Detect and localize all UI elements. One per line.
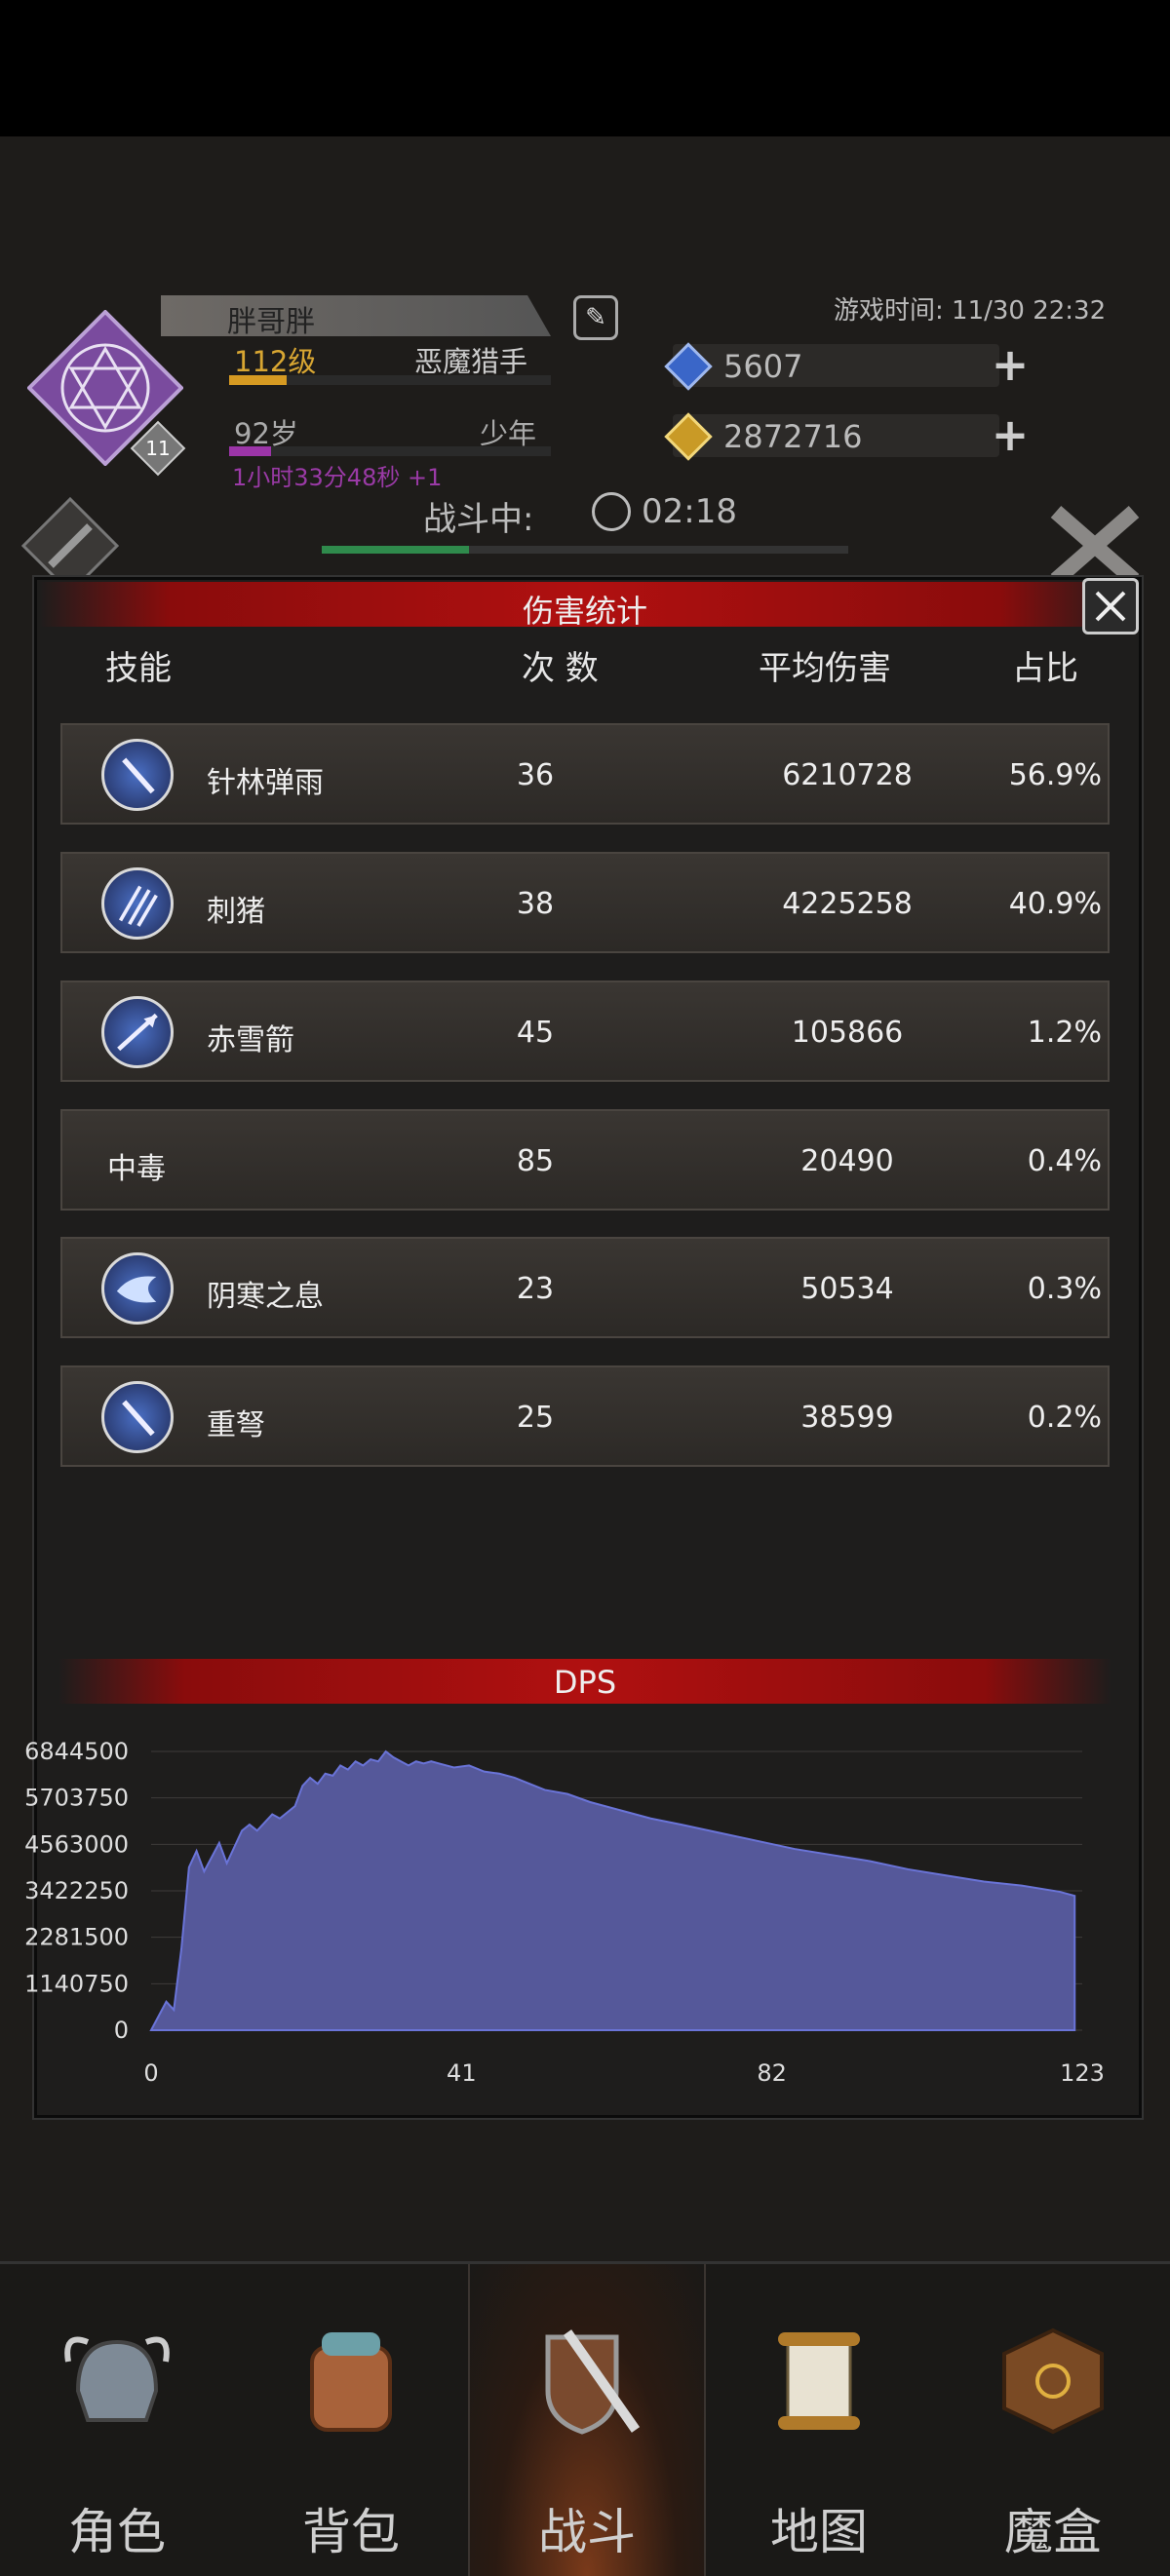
x-tick-label: 0 [143, 2059, 158, 2087]
skill-avg-damage: 105866 [791, 1016, 904, 1050]
scroll-map-icon [778, 2332, 860, 2430]
nav-item-map[interactable]: 地图 [702, 2264, 936, 2576]
nav-item-battle[interactable]: 战斗 [468, 2264, 706, 2576]
skill-count: 45 [516, 1016, 555, 1050]
skill-name: 重弩 [207, 1408, 265, 1442]
dps-area-series [149, 1749, 1076, 2031]
dagger-rain-icon [101, 739, 174, 811]
gold-amount: 2872716 [723, 418, 863, 455]
x-tick-label: 41 [447, 2059, 477, 2087]
column-header-avg-damage: 平均伤害 [759, 649, 891, 688]
skill-avg-damage: 4225258 [782, 887, 913, 921]
y-tick-label: 2281500 [24, 1924, 129, 1951]
skill-count: 23 [516, 1272, 555, 1306]
bottom-nav: 角色 背包 战斗 地图 魔盒 [0, 2261, 1170, 2576]
triple-spike-icon [101, 867, 174, 940]
skill-row[interactable]: 中毒 85 20490 0.4% [60, 1109, 1110, 1211]
game-time: 游戏时间: 11/30 22:32 [834, 296, 1107, 326]
skill-percent: 0.3% [1027, 1272, 1102, 1306]
x-tick-label: 123 [1060, 2059, 1105, 2087]
magic-box-icon [1002, 2327, 1104, 2435]
add-gems-button[interactable]: + [991, 342, 1030, 387]
name-plate [161, 295, 551, 336]
playtime-text: 1小时33分48秒 +1 [232, 464, 443, 491]
skill-row[interactable]: 刺猪 38 4225258 40.9% [60, 852, 1110, 953]
snow-arrow-icon [101, 996, 174, 1068]
status-bar [0, 0, 1170, 136]
skill-name: 阴寒之息 [207, 1280, 324, 1314]
y-tick-label: 6844500 [24, 1738, 129, 1765]
column-header-count: 次 数 [522, 649, 599, 688]
gem-amount: 5607 [723, 348, 803, 385]
skill-avg-damage: 50534 [800, 1272, 894, 1306]
age-progress-bar [229, 446, 551, 456]
skill-percent: 40.9% [1008, 887, 1102, 921]
skill-row[interactable]: 针林弹雨 36 6210728 56.9% [60, 723, 1110, 825]
nav-label: 背包 [302, 2504, 400, 2560]
skill-row[interactable]: 阴寒之息 23 50534 0.3% [60, 1237, 1110, 1338]
edit-name-icon[interactable]: ✎ [573, 295, 618, 340]
cold-breath-icon [101, 1252, 174, 1325]
emblem-level-text: 11 [145, 437, 171, 460]
dps-chart: 0 1140750 2281500 3422250 4563000 5703750 6844… [24, 1738, 1105, 2087]
skill-count: 38 [516, 887, 555, 921]
y-tick-label: 5703750 [24, 1785, 129, 1812]
skill-name: 赤雪箭 [207, 1023, 294, 1057]
nav-label: 角色 [68, 2504, 166, 2560]
heavy-crossbow-icon [101, 1381, 174, 1453]
player-role: 恶魔猎手 [414, 345, 528, 378]
skill-count: 25 [516, 1401, 555, 1435]
level-progress-fill [229, 375, 288, 385]
skill-percent: 0.2% [1027, 1401, 1102, 1435]
battle-timer: 02:18 [642, 492, 737, 531]
skill-name: 中毒 [107, 1152, 166, 1186]
skill-avg-damage: 38599 [800, 1401, 894, 1435]
nav-label: 魔盒 [1004, 2504, 1102, 2560]
battle-status-label: 战斗中: [423, 500, 534, 539]
skill-percent: 1.2% [1027, 1016, 1102, 1050]
battle-progress-fill [322, 546, 470, 554]
nav-item-bag[interactable]: 背包 [234, 2264, 468, 2576]
skill-count: 36 [516, 758, 555, 792]
damage-panel-title: 伤害统计 [522, 593, 647, 630]
skill-percent: 0.4% [1027, 1144, 1102, 1178]
level-progress-bar [229, 375, 551, 385]
skill-avg-damage: 20490 [800, 1144, 894, 1178]
y-tick-label: 4563000 [24, 1830, 129, 1858]
nav-item-magic-box[interactable]: 魔盒 [936, 2264, 1170, 2576]
column-header-skill: 技能 [105, 649, 172, 688]
column-header-percent: 占比 [1012, 649, 1078, 688]
helmet-icon [64, 2336, 170, 2422]
nav-label: 战斗 [538, 2504, 636, 2560]
player-level: 112级 [234, 345, 317, 378]
skill-row[interactable]: 赤雪箭 45 105866 1.2% [60, 980, 1110, 1082]
nav-item-character[interactable]: 角色 [0, 2264, 234, 2576]
y-tick-label: 3422250 [24, 1877, 129, 1904]
skill-name: 针林弹雨 [207, 766, 324, 800]
dps-chart-title: DPS [553, 1664, 617, 1701]
skill-row[interactable]: 重弩 25 38599 0.2% [60, 1365, 1110, 1467]
skill-avg-damage: 6210728 [782, 758, 913, 792]
backpack-icon [310, 2332, 392, 2432]
close-icon[interactable] [1082, 578, 1139, 634]
y-tick-label: 1140750 [24, 1970, 129, 1997]
skill-count: 85 [516, 1144, 555, 1178]
battle-progress-bar [322, 546, 848, 554]
age-progress-fill [229, 446, 271, 456]
shield-sword-icon [545, 2329, 641, 2435]
player-name: 胖哥胖 [227, 305, 315, 339]
x-tick-label: 82 [757, 2059, 787, 2087]
skill-percent: 56.9% [1008, 758, 1102, 792]
add-gold-button[interactable]: + [991, 412, 1030, 457]
y-tick-label: 0 [114, 2017, 129, 2044]
skill-name: 刺猪 [207, 895, 265, 929]
nav-label: 地图 [770, 2504, 868, 2560]
timer-icon [592, 492, 631, 531]
gem-counter [673, 344, 999, 387]
